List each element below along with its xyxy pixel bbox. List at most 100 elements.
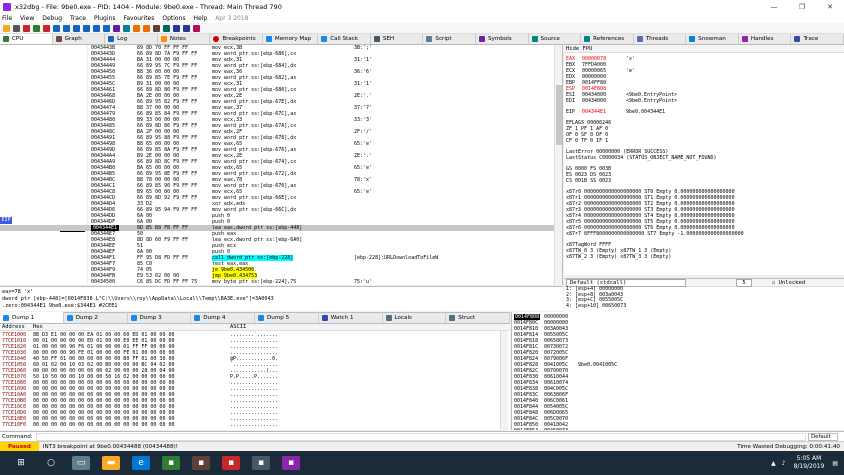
tab-script[interactable]: Script [423,34,476,44]
tab-struct[interactable]: Struct [446,312,510,323]
close-debuggee-icon[interactable] [23,24,30,32]
x32dbg-taskbar-icon[interactable]: ▪ [282,456,300,470]
argument-row[interactable]: 4: [esp+10] 00650073 [564,303,844,310]
tab-memory-map[interactable]: Memory Map [263,34,319,44]
command-mode-select[interactable]: Default [808,432,838,441]
register-row[interactable]: EDI 00434000 <9be0.EntryPoint> [566,98,677,104]
menu-options[interactable]: Options [162,15,185,22]
labels-icon[interactable] [143,24,150,32]
tab-trace[interactable]: Trace [791,34,844,44]
terminal-icon[interactable]: ▪ [252,456,270,470]
comments-icon[interactable] [133,24,140,32]
register-comment: 'x' [626,56,636,62]
menu-favourites[interactable]: Favourites [123,15,154,22]
tab-cpu[interactable]: CPU [0,34,53,44]
tab-source[interactable]: Source [529,34,582,44]
tab-threads[interactable]: Threads [634,34,687,44]
hex-dump-view[interactable]: Address Hex ASCII 77CE1000 8B D3 E1 00 00… [0,324,510,430]
ascii-column-header[interactable]: ASCII [230,324,246,331]
stack-view[interactable]: 0014F808 00000000 0014F80C 00000000 0014F810… [511,312,844,430]
bookmarks-icon[interactable] [153,24,160,32]
tab-dump-4[interactable]: Dump 4 [191,312,255,323]
register-name: EIP [566,109,576,115]
disassembly-view[interactable]: EIP 0043443B 89 8D 70 FF FF FF mov ecx,3B 3… [0,45,563,285]
eip-register-row[interactable]: EIP 004344E1 9be0.004344E1 [566,109,665,115]
menu-help[interactable]: Help [194,15,208,22]
dump-scrollbar[interactable] [500,331,508,430]
execute-till-return-icon[interactable] [93,24,100,32]
segment-row[interactable]: CS 001B SS 0023 [566,178,611,184]
address-column-header[interactable]: Address [2,324,25,331]
tab-dump-5[interactable]: Dump 5 [255,312,319,323]
fpu-register-row[interactable]: x87r7 8FFF8000000000000000 ST7 Empty -1.… [566,231,744,237]
windows-start-icon[interactable]: ⊞ [12,456,30,470]
menu-trace[interactable]: Trace [70,15,86,22]
dump-row[interactable]: 77CE10F0 00 00 00 00 00 00 00 00 00 00 00… [0,422,510,428]
tab-snowman[interactable]: Snowman [686,34,739,44]
pause-icon[interactable] [43,24,50,32]
tab-log[interactable]: Log [105,34,158,44]
tab-watch-1[interactable]: Watch 1 [319,312,383,323]
menu-debug[interactable]: Debug [42,15,62,22]
maximize-button[interactable]: ❐ [788,3,816,11]
find-strings-icon[interactable] [173,24,180,32]
stack-row[interactable]: 0014F854 00450033 [512,428,844,430]
close-button[interactable]: ✕ [816,3,844,11]
trace-over-icon[interactable] [83,24,90,32]
open-icon[interactable] [3,24,10,32]
tab-dump-3[interactable]: Dump 3 [128,312,192,323]
edge-icon[interactable]: e [132,456,150,470]
patches-icon[interactable] [123,24,130,32]
file-explorer-icon[interactable]: ▬ [102,456,120,470]
calculator-icon[interactable] [193,24,200,32]
dump-icon [130,314,137,321]
tab-call-stack[interactable]: Call Stack [318,34,371,44]
functions-icon[interactable] [163,24,170,32]
system-clock[interactable]: 5:05 AM 8/19/2019 [794,455,825,471]
title-bar: x32dbg - File: 9be0.exe - PID: 1404 - Mo… [0,0,844,13]
disassembly-row[interactable]: 00434500 C6 85 DC FD FF FF 75 mov byte ptr… [0,279,562,285]
search-icon[interactable]: ○ [42,456,60,470]
network-icon[interactable]: ▲ [771,460,776,467]
menu-file[interactable]: File [2,15,12,22]
menu-plugins[interactable]: Plugins [94,15,116,22]
argument-count-spinner[interactable]: 5 [736,279,752,287]
flags-row[interactable]: CF 0 TF 0 IF 1 [566,138,608,144]
tab-locals[interactable]: Locals [383,312,447,323]
menu-view[interactable]: View [20,15,34,22]
app-icon[interactable]: ▪ [222,456,240,470]
tab-breakpoints[interactable]: Breakpoints [210,34,263,44]
register-comment: 'e' [626,68,636,74]
tab-dump-1[interactable]: Dump 1 [0,312,64,323]
hide-fpu-toggle[interactable]: Hide FPU [564,45,844,53]
restart-icon[interactable] [13,24,20,32]
registers-panel[interactable]: Hide FPU EAX 00000078'x' EBX 7FFD4000 ECX 000… [564,45,844,275]
step-into-icon[interactable] [53,24,60,32]
tab-handles[interactable]: Handles [739,34,792,44]
debug-state-badge: Paused [0,441,39,452]
tab-dump-2[interactable]: Dump 2 [64,312,128,323]
find-calls-icon[interactable] [183,24,190,32]
run-icon[interactable] [33,24,40,32]
tab-seh[interactable]: SEH [371,34,424,44]
minimize-button[interactable]: — [760,3,788,11]
hex-column-header[interactable]: Hex [33,324,43,331]
tab-references[interactable]: References [581,34,634,44]
laststatus-row[interactable]: LastStatus C0000034 (STATUS_OBJECT_NAME_… [566,155,717,161]
run-to-user-code-icon[interactable] [103,24,110,32]
app-icon[interactable]: ▪ [192,456,210,470]
step-over-icon[interactable] [63,24,70,32]
volume-icon[interactable]: ♪ [782,460,786,467]
tab-symbols[interactable]: Symbols [476,34,529,44]
command-input[interactable] [35,432,806,441]
notifications-icon[interactable]: ▤ [832,460,838,467]
disassembly-scrollbar[interactable] [554,45,562,285]
app-icon[interactable]: ▪ [162,456,180,470]
tagword-row[interactable]: x87TW_2 3 (Empty) x87TW_3 3 (Empty) [566,254,671,260]
tab-graph[interactable]: Graph [53,34,106,44]
scylla-icon[interactable] [113,24,120,32]
task-view-icon[interactable]: ▭ [72,456,90,470]
trace-into-icon[interactable] [73,24,80,32]
unlocked-checkbox[interactable]: ☐ Unlocked [772,280,805,286]
tab-notes[interactable]: Notes [158,34,211,44]
